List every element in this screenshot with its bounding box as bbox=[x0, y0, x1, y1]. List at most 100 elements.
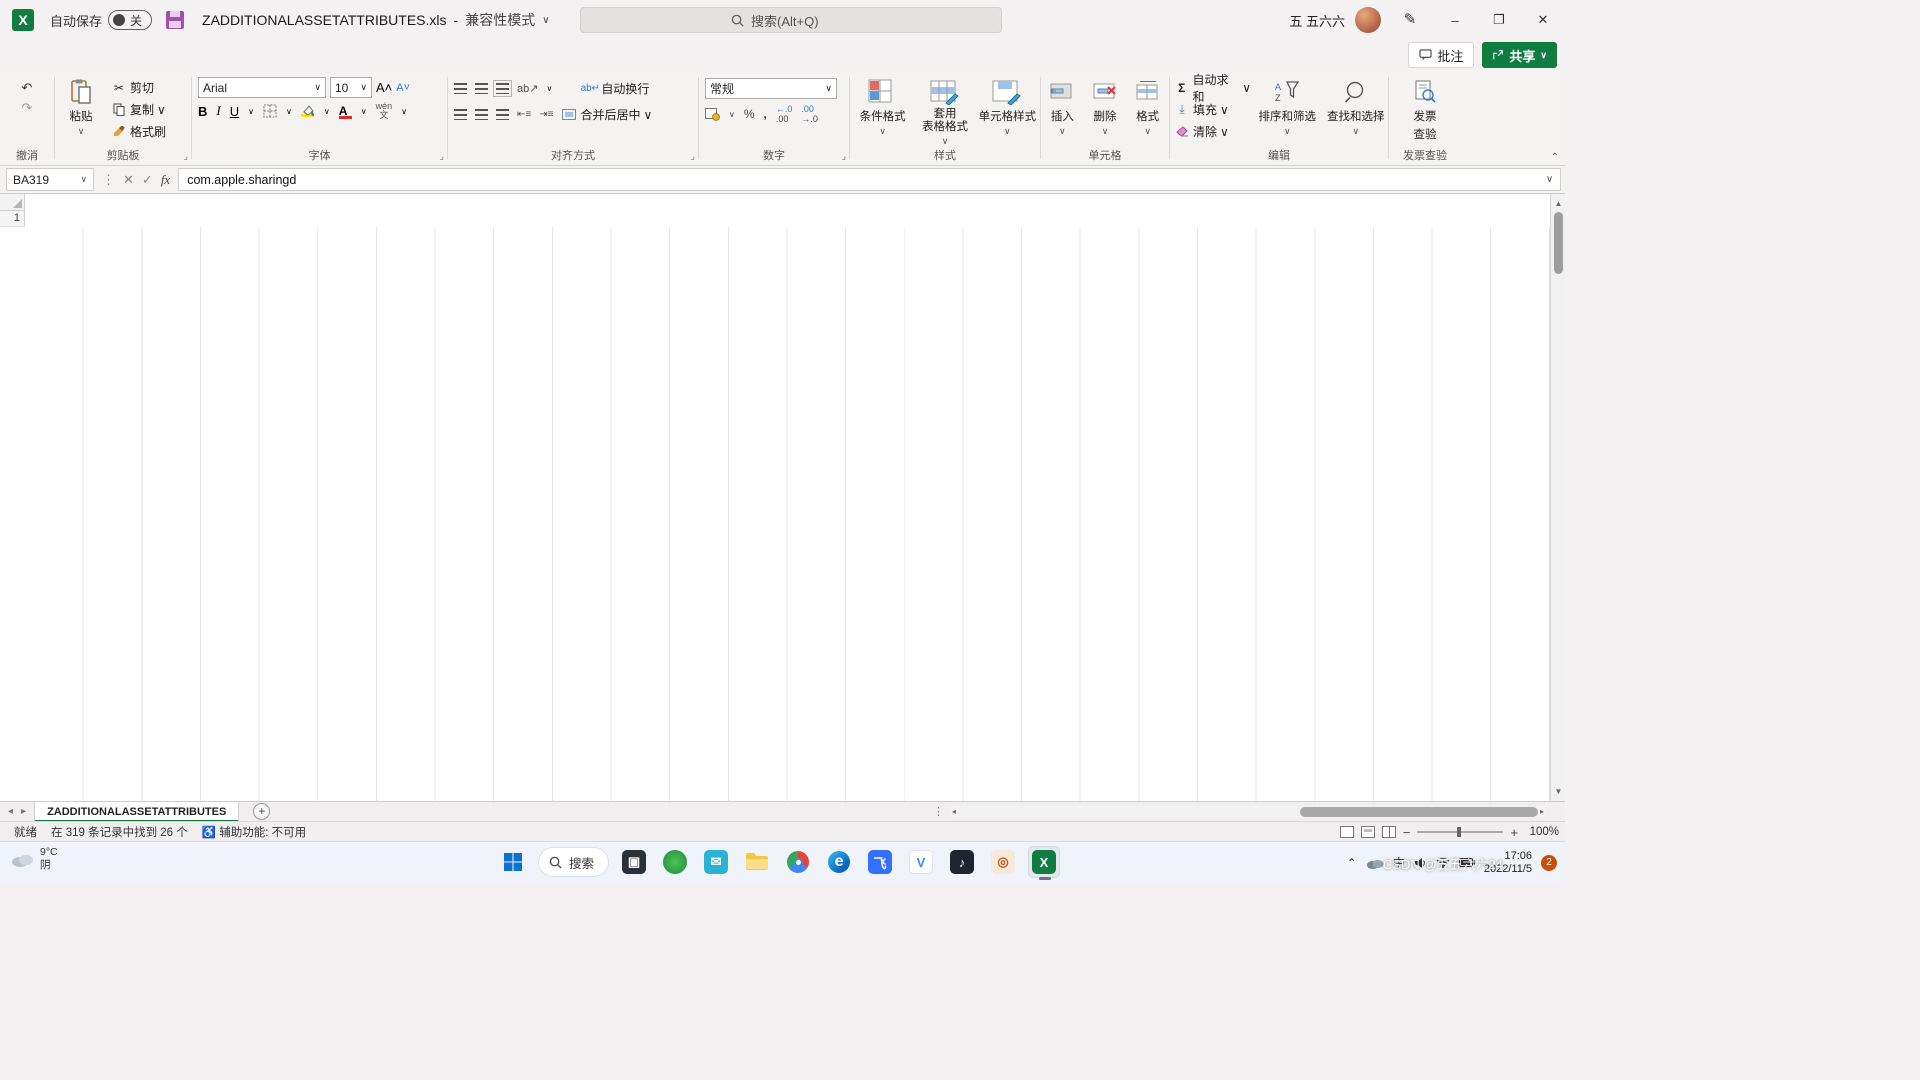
decrease-indent-icon[interactable]: ⇤≡ bbox=[517, 109, 531, 120]
format-as-table-button[interactable]: 套用 表格格式 ∨ bbox=[913, 75, 976, 147]
zoom-level[interactable]: 100% bbox=[1525, 826, 1559, 838]
page-layout-view-icon[interactable] bbox=[1361, 826, 1375, 838]
borders-button[interactable] bbox=[263, 104, 277, 118]
close-button[interactable]: ✕ bbox=[1521, 0, 1565, 40]
search-input[interactable]: 搜索(Alt+Q) bbox=[580, 7, 1002, 33]
zoom-slider[interactable] bbox=[1417, 831, 1503, 833]
scroll-right-icon[interactable]: ▸ bbox=[1540, 806, 1544, 818]
title-chevron-down-icon[interactable]: ∨ bbox=[542, 15, 549, 26]
share-button[interactable]: 共享 ∨ bbox=[1482, 42, 1557, 68]
horizontal-scroll-thumb[interactable] bbox=[1300, 807, 1538, 817]
copy-button[interactable]: 复制∨ bbox=[111, 99, 166, 120]
minimize-button[interactable]: – bbox=[1433, 0, 1477, 40]
merge-center-button[interactable]: 合并后居中∨ bbox=[561, 104, 652, 125]
formula-bar-expand-icon[interactable]: ∨ bbox=[1539, 168, 1561, 191]
horizontal-scrollbar[interactable]: ◂ ▸ bbox=[950, 806, 1546, 818]
restore-button[interactable]: ❐ bbox=[1477, 0, 1521, 40]
prev-sheet-icon[interactable]: ◂ bbox=[0, 806, 21, 817]
excel-app-icon[interactable]: X bbox=[12, 9, 34, 31]
sort-filter-button[interactable]: AZ 排序和筛选 ∨ bbox=[1255, 75, 1320, 137]
align-right-icon[interactable] bbox=[496, 109, 509, 120]
cut-button[interactable]: ✂剪切 bbox=[111, 77, 166, 98]
notification-badge[interactable]: 2 bbox=[1541, 855, 1557, 871]
underline-button[interactable]: U bbox=[230, 104, 239, 119]
next-sheet-icon[interactable]: ▸ bbox=[21, 806, 34, 817]
wrap-text-button[interactable]: ab↵自动换行 bbox=[582, 78, 649, 99]
delete-cells-button[interactable]: 删除 ∨ bbox=[1085, 75, 1125, 137]
cancel-entry-icon[interactable]: ✕ bbox=[123, 172, 134, 188]
align-center-icon[interactable] bbox=[475, 109, 488, 120]
sheet-tab-active[interactable]: ZADDITIONALASSETATTRIBUTES bbox=[34, 802, 239, 822]
decrease-font-button[interactable]: A˅ bbox=[396, 82, 410, 94]
zoom-out-icon[interactable]: − bbox=[1403, 825, 1411, 840]
formula-input[interactable]: com.apple.sharingd bbox=[178, 168, 1539, 191]
fill-button[interactable]: ⤓填充∨ bbox=[1174, 99, 1251, 120]
user-name[interactable]: 五 五六六 bbox=[1289, 11, 1345, 30]
font-color-button[interactable]: A bbox=[339, 103, 352, 119]
row-header-1[interactable]: 1 bbox=[0, 211, 25, 227]
number-format-select[interactable]: 常规∨ bbox=[705, 78, 837, 99]
phonetic-guide-button[interactable]: wén文 bbox=[376, 102, 393, 120]
format-painter-button[interactable]: 格式刷 bbox=[111, 121, 166, 142]
page-break-view-icon[interactable] bbox=[1382, 826, 1396, 838]
italic-button[interactable]: I bbox=[216, 103, 220, 119]
save-icon[interactable] bbox=[166, 11, 184, 29]
percent-style-button[interactable]: % bbox=[744, 107, 755, 121]
normal-view-icon[interactable] bbox=[1340, 826, 1354, 838]
taskbar-app-navy[interactable]: ♪ bbox=[946, 846, 978, 878]
excel-taskbar-icon[interactable]: X bbox=[1028, 846, 1060, 878]
start-button[interactable] bbox=[497, 846, 529, 878]
undo-button[interactable]: ↶ bbox=[18, 79, 36, 97]
align-middle-icon[interactable] bbox=[475, 83, 488, 94]
insert-function-icon[interactable]: fx bbox=[161, 172, 170, 188]
clipboard-dialog-launcher-icon[interactable]: ⌟ bbox=[184, 151, 188, 162]
pen-tools-icon[interactable]: ✎ bbox=[1393, 6, 1427, 34]
taskbar-app-meeting[interactable]: V bbox=[905, 846, 937, 878]
font-name-select[interactable]: Arial∨ bbox=[198, 77, 326, 98]
tab-scroll-splitter-icon[interactable]: ⋮ bbox=[933, 805, 944, 818]
redo-button[interactable]: ↷ bbox=[18, 99, 36, 117]
scroll-left-icon[interactable]: ◂ bbox=[952, 806, 956, 818]
font-size-select[interactable]: 10∨ bbox=[330, 77, 372, 98]
align-top-icon[interactable] bbox=[454, 83, 467, 94]
vertical-scroll-thumb[interactable] bbox=[1554, 212, 1563, 274]
number-dialog-launcher-icon[interactable]: ⌟ bbox=[842, 151, 846, 162]
invoice-check-button[interactable]: 发票 查验 bbox=[1397, 75, 1453, 142]
comments-button[interactable]: 批注 bbox=[1408, 42, 1474, 68]
increase-indent-icon[interactable]: ⇥≡ bbox=[539, 109, 553, 120]
orientation-button[interactable]: ab↗ bbox=[517, 82, 538, 95]
taskbar-search[interactable]: 搜索 bbox=[538, 847, 609, 877]
insert-cells-button[interactable]: 插入 ∨ bbox=[1042, 75, 1082, 137]
align-left-icon[interactable] bbox=[454, 109, 467, 120]
font-dialog-launcher-icon[interactable]: ⌟ bbox=[440, 151, 444, 162]
vertical-scrollbar[interactable]: ▲ ▼ bbox=[1550, 194, 1565, 801]
edge-icon[interactable]: e bbox=[823, 846, 855, 878]
paste-button[interactable]: 粘贴 ∨ bbox=[55, 75, 107, 137]
scroll-up-icon[interactable]: ▲ bbox=[1551, 196, 1566, 211]
align-bottom-icon[interactable] bbox=[496, 83, 509, 94]
taskbar-app-blue[interactable]: 飞 bbox=[864, 846, 896, 878]
conditional-formatting-button[interactable]: 条件格式 ∨ bbox=[852, 75, 913, 137]
autosave-toggle[interactable]: 关 bbox=[108, 10, 152, 30]
scroll-down-icon[interactable]: ▼ bbox=[1551, 784, 1566, 799]
taskbar-app-mail[interactable]: ✉ bbox=[700, 846, 732, 878]
avatar[interactable] bbox=[1355, 7, 1381, 33]
accounting-format-icon[interactable] bbox=[705, 108, 720, 121]
confirm-entry-icon[interactable]: ✓ bbox=[142, 172, 153, 188]
zoom-slider-thumb[interactable] bbox=[1457, 827, 1461, 837]
cell-styles-button[interactable]: 单元格样式 ∨ bbox=[977, 75, 1038, 137]
autosum-button[interactable]: Σ自动求和∨ bbox=[1174, 77, 1251, 98]
add-sheet-icon[interactable]: + bbox=[253, 803, 270, 820]
collapse-ribbon-icon[interactable]: ⌃ bbox=[1551, 152, 1559, 163]
format-cells-button[interactable]: 格式 ∨ bbox=[1128, 75, 1168, 137]
alignment-dialog-launcher-icon[interactable]: ⌟ bbox=[691, 151, 695, 162]
taskbar-app-light[interactable]: ◎ bbox=[987, 846, 1019, 878]
file-explorer-icon[interactable] bbox=[741, 846, 773, 878]
zoom-in-icon[interactable]: + bbox=[1510, 825, 1518, 840]
name-box[interactable]: BA319 ∨ bbox=[6, 168, 94, 191]
tray-chevron-up-icon[interactable]: ⌃ bbox=[1347, 856, 1357, 870]
taskbar-app-dark[interactable]: ▣ bbox=[618, 846, 650, 878]
autosave-control[interactable]: 自动保存 关 bbox=[50, 10, 152, 30]
taskbar-weather-widget[interactable]: 9°C阴 bbox=[10, 846, 58, 872]
decrease-decimal-icon[interactable]: .00→.0 bbox=[801, 104, 818, 124]
